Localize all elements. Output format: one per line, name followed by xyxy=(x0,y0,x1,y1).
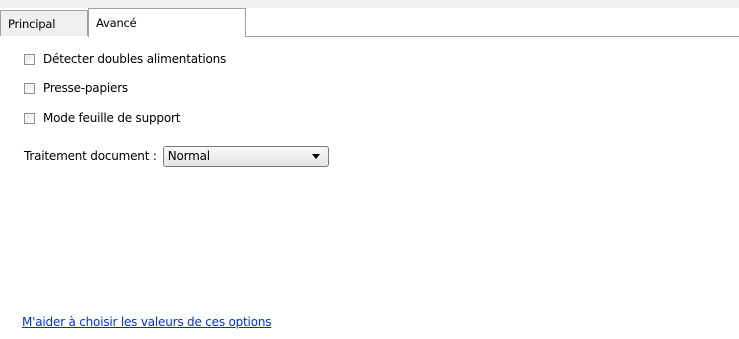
document-processing-row: Traitement document : Normal xyxy=(24,145,329,167)
carrier-sheet-mode-checkbox[interactable] xyxy=(24,112,35,124)
clipboard-checkbox[interactable] xyxy=(24,82,35,94)
clipboard-row[interactable]: Presse-papiers xyxy=(24,79,128,97)
carrier-sheet-mode-row[interactable]: Mode feuille de support xyxy=(24,109,180,127)
clipboard-label: Presse-papiers xyxy=(43,81,128,95)
window-top-strip xyxy=(0,0,739,8)
document-processing-value: Normal xyxy=(167,149,210,163)
help-choose-options-link[interactable]: M'aider à choisir les valeurs de ces opt… xyxy=(22,315,271,329)
tab-principal[interactable]: Principal xyxy=(0,10,88,36)
double-feed-detection-label: Détecter doubles alimentations xyxy=(43,52,227,66)
dropdown-arrow-icon xyxy=(311,153,320,159)
tab-bar: Principal Avancé xyxy=(0,8,739,37)
tab-avance-label: Avancé xyxy=(96,16,137,30)
tab-avance[interactable]: Avancé xyxy=(88,8,246,37)
carrier-sheet-mode-label: Mode feuille de support xyxy=(43,111,181,125)
advanced-panel: Détecter doubles alimentations Presse-pa… xyxy=(0,37,739,339)
tab-principal-label: Principal xyxy=(8,16,56,31)
document-processing-select[interactable]: Normal xyxy=(162,145,329,167)
double-feed-detection-row[interactable]: Détecter doubles alimentations xyxy=(24,50,226,68)
document-processing-label: Traitement document : xyxy=(24,149,157,163)
double-feed-detection-checkbox[interactable] xyxy=(24,53,35,65)
